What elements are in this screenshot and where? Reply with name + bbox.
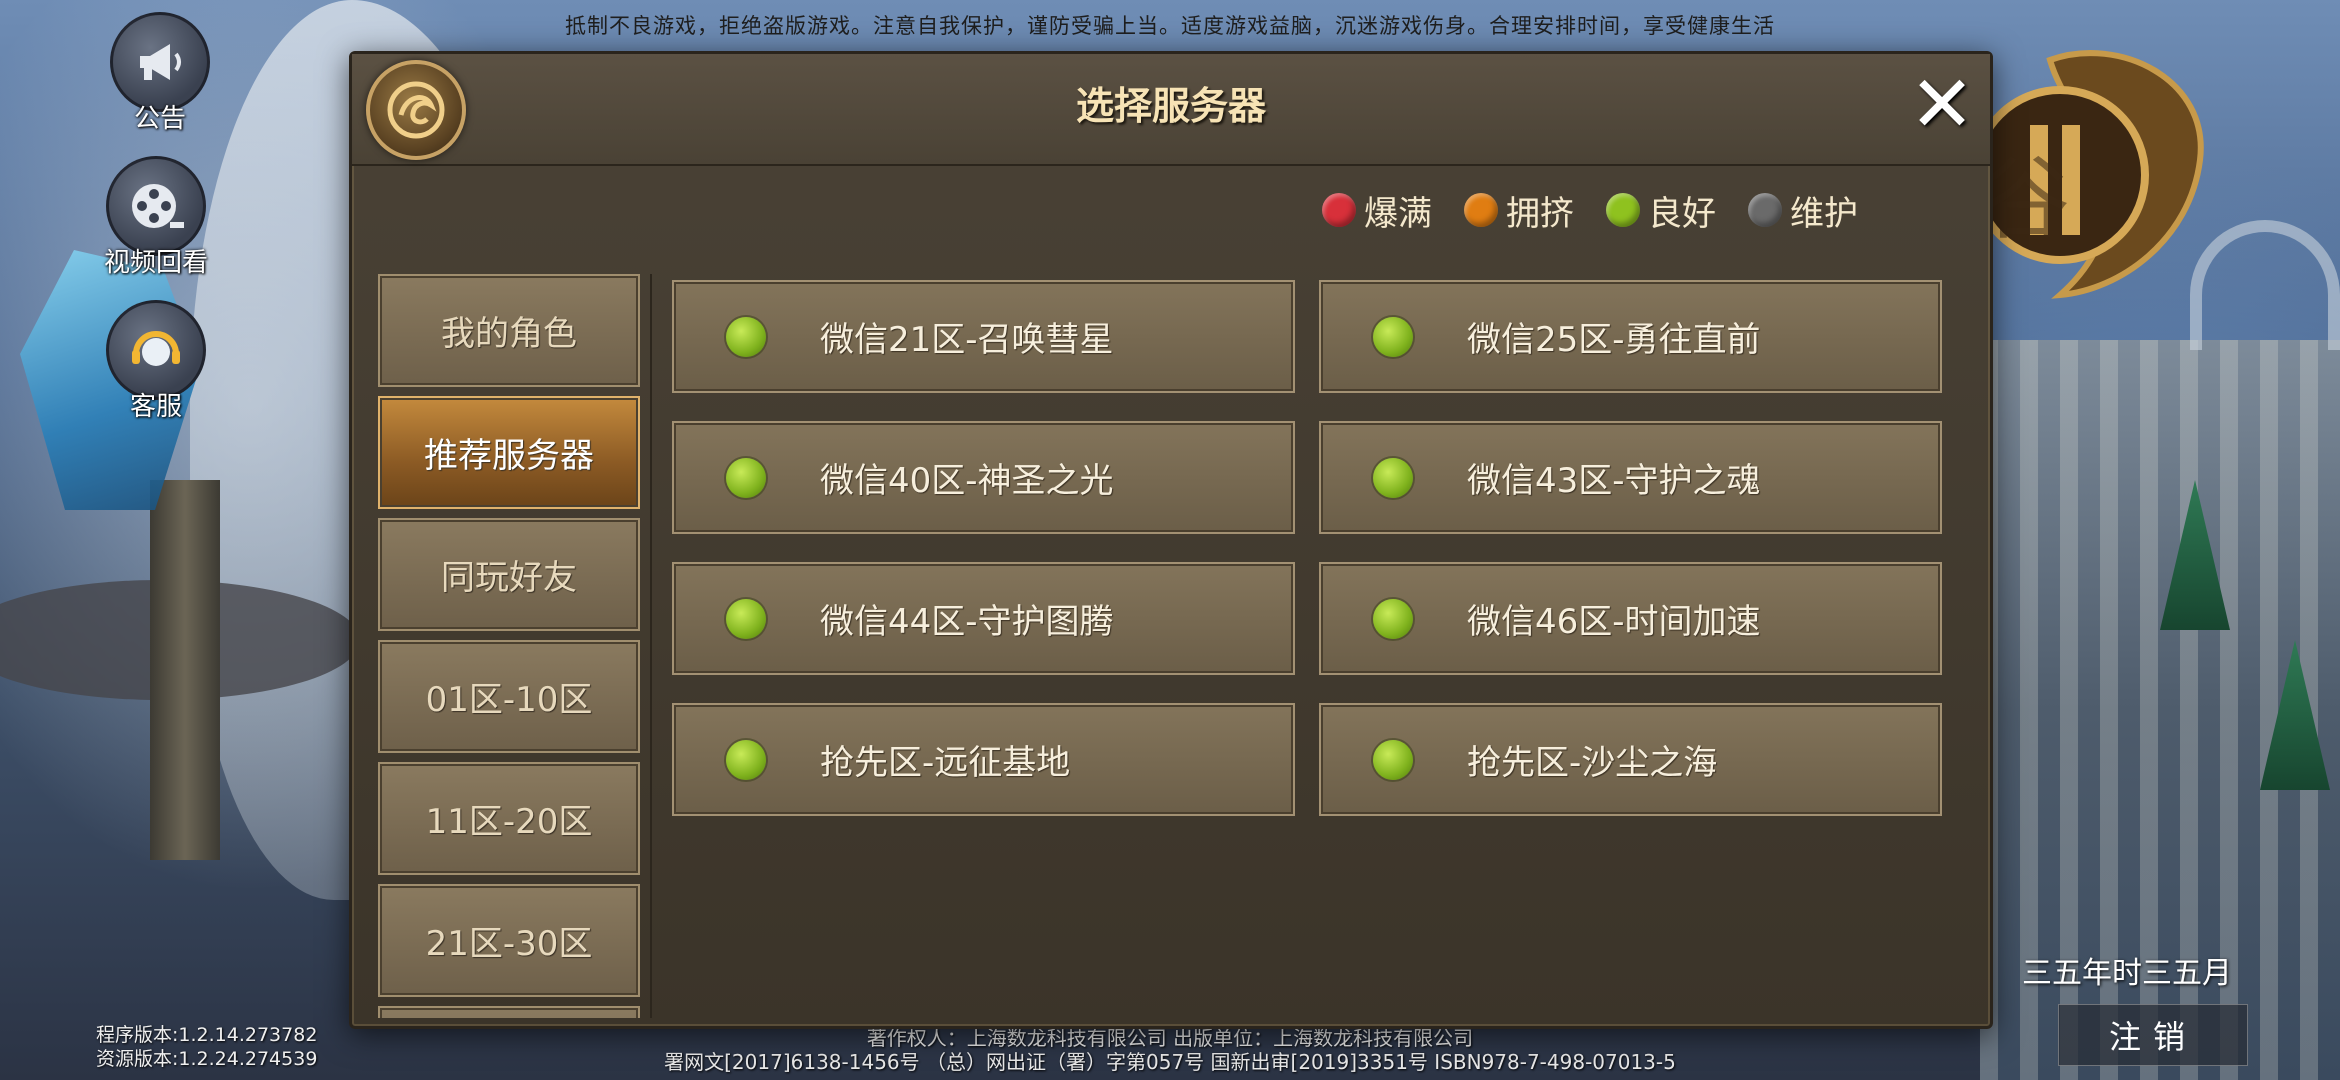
tab-more[interactable] — [378, 1006, 640, 1018]
server-name: 微信46区-时间加速 — [1467, 602, 1761, 642]
tab-recommended-servers[interactable]: 推荐服务器 — [378, 396, 640, 509]
tab-zone-01-10[interactable]: 01区-10区 — [378, 640, 640, 753]
status-good-icon — [726, 316, 766, 357]
tab-zone-11-20[interactable]: 11区-20区 — [378, 762, 640, 875]
video-replay-button[interactable]: 视频回看 — [96, 156, 216, 279]
dialog-title: 选择服务器 — [1075, 84, 1266, 128]
film-reel-icon — [106, 156, 206, 256]
legend-label: 拥挤 — [1506, 193, 1574, 234]
close-icon[interactable]: ✕ — [1906, 66, 1978, 144]
server-name: 抢先区-远征基地 — [820, 743, 1071, 783]
legend-label: 良好 — [1648, 193, 1716, 234]
headset-icon — [106, 300, 206, 400]
anti-addiction-notice: 抵制不良游戏，拒绝盗版游戏。注意自我保护，谨防受骗上当。适度游戏益脑，沉迷游戏伤… — [565, 14, 1775, 38]
logout-button[interactable]: 注销 — [2058, 1004, 2248, 1066]
status-good-icon — [726, 739, 766, 780]
status-good-icon — [726, 457, 766, 498]
server-name: 微信43区-守护之魂 — [1467, 461, 1761, 501]
tabs-divider — [650, 274, 652, 1018]
server-name: 微信21区-召唤彗星 — [820, 320, 1114, 360]
server-item[interactable]: 微信44区-守护图腾 — [672, 562, 1295, 675]
status-legend: 爆满 拥挤 良好 维护 — [1322, 180, 1858, 240]
announcement-label: 公告 — [133, 104, 186, 134]
legend-good: 良好 — [1606, 186, 1716, 235]
legend-maintenance: 维护 — [1748, 186, 1858, 235]
server-item[interactable]: 抢先区-远征基地 — [672, 703, 1295, 816]
server-name: 微信40区-神圣之光 — [820, 461, 1114, 501]
server-name: 抢先区-沙尘之海 — [1467, 743, 1718, 783]
background-lamp-post — [150, 480, 220, 860]
tab-zone-21-30[interactable]: 21区-30区 — [378, 884, 640, 997]
status-good-icon — [1373, 739, 1413, 780]
season-text: 三五年时三五月 — [2022, 956, 2232, 991]
tab-friends-servers[interactable]: 同玩好友 — [378, 518, 640, 631]
license-line: 署网文[2017]6138-1456号 （总）网出证（署）字第057号 国新出审… — [664, 1050, 1676, 1074]
legend-label: 维护 — [1790, 193, 1858, 234]
status-dot-icon — [1464, 193, 1498, 227]
legend-label: 爆满 — [1364, 193, 1432, 234]
status-good-icon — [1373, 316, 1413, 357]
megaphone-icon — [110, 12, 210, 112]
customer-service-label: 客服 — [129, 392, 182, 422]
server-item[interactable]: 微信46区-时间加速 — [1319, 562, 1942, 675]
server-item[interactable]: 微信25区-勇往直前 — [1319, 280, 1942, 393]
status-good-icon — [1373, 598, 1413, 639]
status-good-icon — [726, 598, 766, 639]
video-replay-label: 视频回看 — [103, 248, 208, 278]
server-item[interactable]: 微信21区-召唤彗星 — [672, 280, 1295, 393]
server-name: 微信44区-守护图腾 — [820, 602, 1114, 642]
status-dot-icon — [1606, 193, 1640, 227]
legend-crowded: 拥挤 — [1464, 186, 1574, 235]
server-item[interactable]: 微信40区-神圣之光 — [672, 421, 1295, 534]
status-dot-icon — [1322, 193, 1356, 227]
status-dot-icon — [1748, 193, 1782, 227]
server-category-tabs: 我的角色 推荐服务器 同玩好友 01区-10区 11区-20区 21区-30区 — [378, 274, 640, 1018]
customer-service-button[interactable]: 客服 — [96, 300, 216, 423]
server-select-dialog: 选择服务器 ✕ 爆满 拥挤 良好 维护 我的角色 推荐服务器 同玩好友 01区-… — [349, 51, 1993, 1029]
announcement-button[interactable]: 公告 — [100, 12, 220, 135]
server-item[interactable]: 抢先区-沙尘之海 — [1319, 703, 1942, 816]
server-item[interactable]: 微信43区-守护之魂 — [1319, 421, 1942, 534]
legend-full: 爆满 — [1322, 186, 1432, 235]
server-name: 微信25区-勇往直前 — [1467, 320, 1761, 360]
tab-my-characters[interactable]: 我的角色 — [378, 274, 640, 387]
status-good-icon — [1373, 457, 1413, 498]
